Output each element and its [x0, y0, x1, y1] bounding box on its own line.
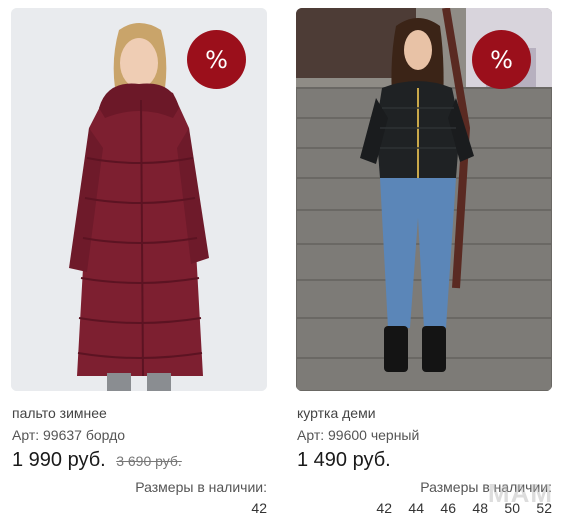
sizes-label: Размеры в наличии:	[135, 479, 267, 495]
size-option[interactable]: 46	[424, 500, 456, 516]
product-article: Арт: 99637 бордо	[12, 427, 126, 443]
size-option[interactable]: 52	[520, 500, 552, 516]
product-name[interactable]: куртка деми	[297, 405, 376, 421]
sale-badge: %	[472, 30, 531, 89]
size-option[interactable]: 48	[456, 500, 488, 516]
old-price: 3 690 руб.	[116, 453, 182, 469]
size-option[interactable]: 42	[360, 500, 392, 516]
current-price: 1 990 руб.	[12, 449, 106, 471]
sizes-label: Размеры в наличии:	[420, 479, 552, 495]
product-card[interactable]: % куртка деми Арт: 99600 черный 1 490 ру…	[296, 8, 552, 516]
product-image[interactable]: %	[296, 8, 552, 391]
sizes-list: 42	[235, 500, 267, 516]
sizes-list: 42 44 46 48 50 52	[360, 500, 552, 516]
size-option[interactable]: 42	[235, 500, 267, 516]
size-option[interactable]: 50	[488, 500, 520, 516]
price-row: 1 490 руб.	[297, 449, 391, 472]
price-row: 1 990 руб. 3 690 руб.	[12, 449, 182, 472]
sale-badge: %	[187, 30, 246, 89]
product-name[interactable]: пальто зимнее	[12, 405, 107, 421]
size-option[interactable]: 44	[392, 500, 424, 516]
product-article: Арт: 99600 черный	[297, 427, 420, 443]
current-price: 1 490 руб.	[297, 449, 391, 471]
product-card[interactable]: % пальто зимнее Арт: 99637 бордо 1 990 р…	[11, 8, 267, 516]
product-image[interactable]: %	[11, 8, 267, 391]
